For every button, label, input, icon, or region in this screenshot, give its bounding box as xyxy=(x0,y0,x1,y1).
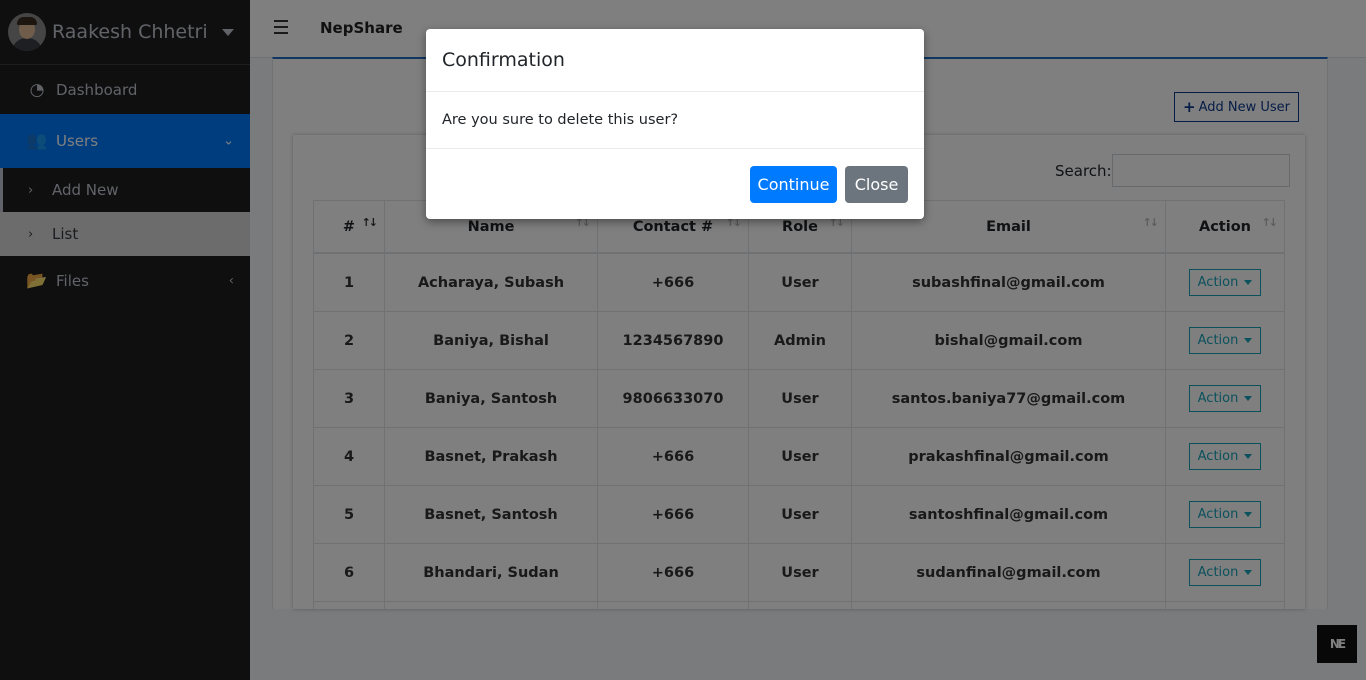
close-button[interactable]: Close xyxy=(845,166,908,203)
modal-message: Are you sure to delete this user? xyxy=(426,92,924,149)
modal-title: Confirmation xyxy=(426,29,924,92)
confirmation-modal: Confirmation Are you sure to delete this… xyxy=(426,29,924,219)
modal-footer: Continue Close xyxy=(426,149,924,219)
continue-button[interactable]: Continue xyxy=(750,166,837,203)
